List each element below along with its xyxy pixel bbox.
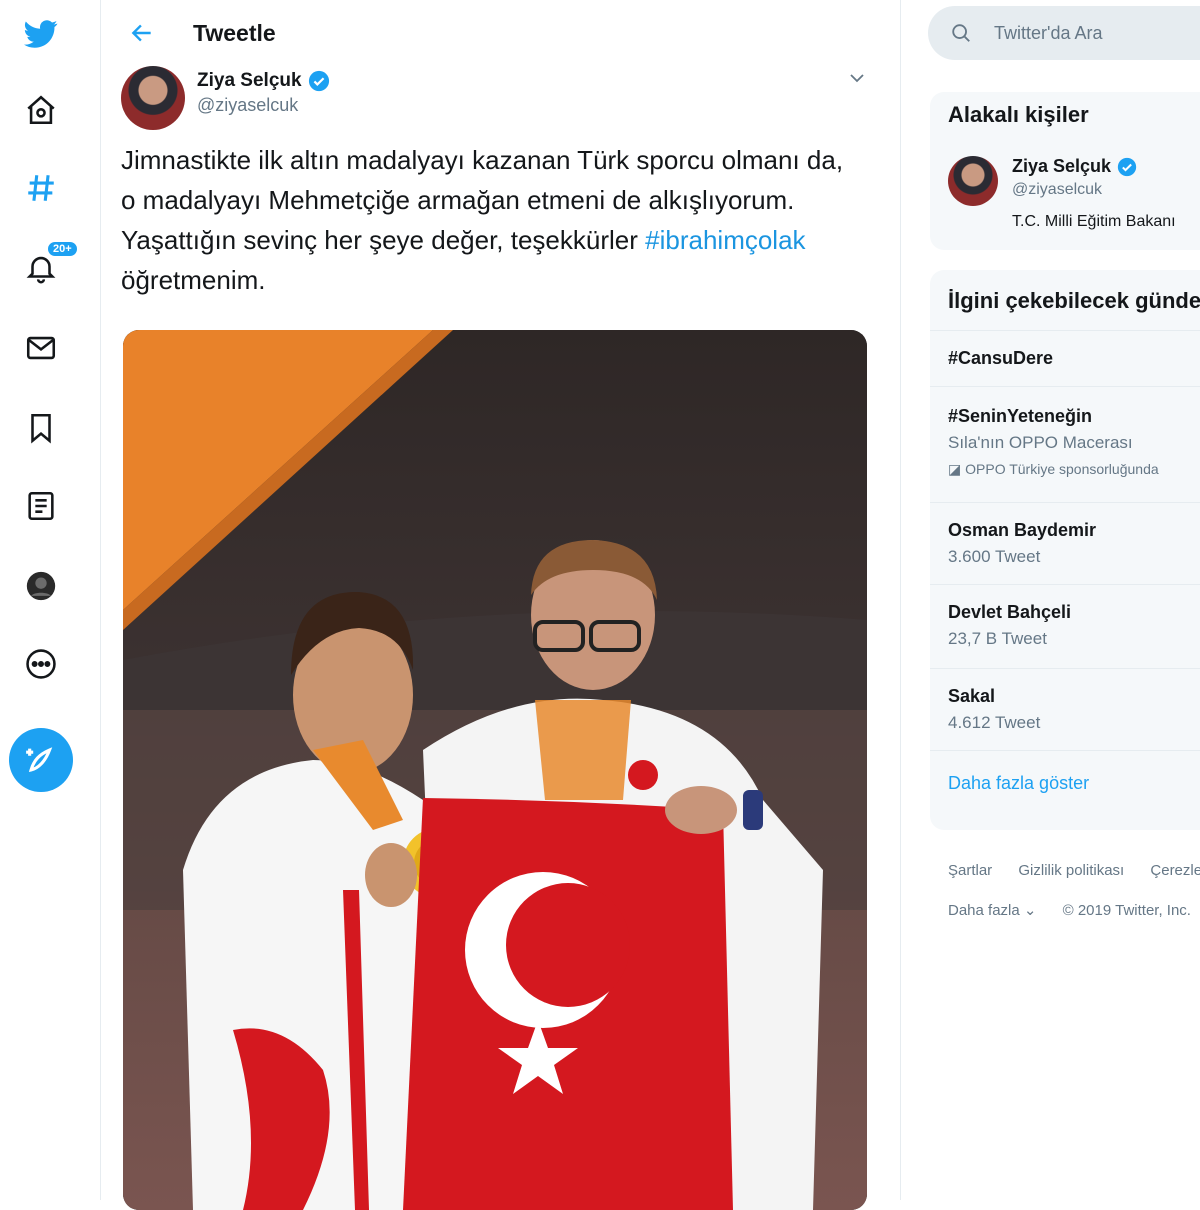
- page-title: Tweetle: [193, 20, 276, 46]
- trend-item[interactable]: Sakal 4.612 Tweet: [948, 686, 1200, 733]
- footer-copyright: © 2019 Twitter, Inc.: [1062, 902, 1191, 919]
- more-options-icon[interactable]: [19, 642, 63, 686]
- explore-hashtag-icon[interactable]: [19, 166, 63, 210]
- trend-item[interactable]: #CansuDere: [948, 348, 1200, 369]
- tweet-text: Jimnastikte ilk altın madalyayı kazanan …: [121, 140, 861, 300]
- trend-subtitle: Sıla'nın OPPO Macerası: [948, 433, 1133, 452]
- promoted-text: OPPO Türkiye sponsorluğunda: [965, 461, 1159, 477]
- footer-more-link[interactable]: Daha fazla ⌄: [948, 902, 1036, 919]
- page-header: Tweetle: [101, 0, 901, 66]
- search-icon: [952, 24, 970, 42]
- related-people-title: Alakalı kişiler: [948, 102, 1089, 127]
- related-person-name: Ziya Selçuk: [1012, 156, 1112, 176]
- hashtag-link[interactable]: #ibrahimçolak: [645, 225, 805, 255]
- author-name-row[interactable]: Ziya Selçuk: [197, 70, 330, 92]
- trend-name: Devlet Bahçeli: [948, 602, 1072, 622]
- trend-item[interactable]: Osman Baydemir 3.600 Tweet: [948, 520, 1200, 567]
- author-handle[interactable]: @ziyaselcuk: [197, 95, 298, 116]
- divider: [930, 502, 1200, 503]
- trend-name: Sakal: [948, 686, 996, 706]
- divider: [930, 668, 1200, 669]
- photo-athlete-coach-flag: [123, 330, 867, 1210]
- related-person-avatar[interactable]: [948, 156, 998, 206]
- trend-tweet-count: 23,7 B Tweet: [948, 629, 1047, 648]
- trend-tweet-count: 3.600 Tweet: [948, 547, 1041, 566]
- tweet-photo[interactable]: [123, 330, 867, 1210]
- feather-plus-icon: [26, 747, 53, 772]
- footer-link-privacy[interactable]: Gizlilik politikası: [1018, 862, 1124, 879]
- trend-name: Osman Baydemir: [948, 520, 1097, 540]
- left-navigation: 20+: [0, 0, 100, 1200]
- footer-meta: Daha fazla ⌄ © 2019 Twitter, Inc.: [948, 901, 1200, 919]
- footer-link-cookies[interactable]: Çerezler: [1150, 862, 1200, 879]
- divider: [930, 386, 1200, 387]
- search-placeholder: Twitter'da Ara: [994, 23, 1103, 43]
- divider: [930, 584, 1200, 585]
- author-name: Ziya Selçuk: [197, 70, 302, 91]
- footer-link-terms[interactable]: Şartlar: [948, 862, 992, 879]
- show-more-link[interactable]: Daha fazla göster: [948, 773, 1089, 794]
- search-bar[interactable]: Twitter'da Ara: [928, 6, 1200, 60]
- notifications-bell-icon[interactable]: 20+: [19, 240, 79, 290]
- related-person-handle: @ziyaselcuk: [1012, 181, 1103, 198]
- profile-avatar-icon[interactable]: [19, 564, 63, 608]
- trend-item[interactable]: Devlet Bahçeli 23,7 B Tweet: [948, 602, 1200, 649]
- right-sidebar: Twitter'da Ara Alakalı kişiler Ziya Selç…: [928, 0, 1200, 1200]
- promoted-icon: ◪: [948, 461, 966, 477]
- notifications-badge: 20+: [46, 240, 79, 258]
- chevron-down-icon[interactable]: [845, 68, 869, 88]
- tweet-detail-column: Tweetle Ziya Selçuk @ziyaselcuk Jimnasti…: [101, 0, 901, 1210]
- trend-item[interactable]: #SeninYeteneğin Sıla'nın OPPO Macerası ◪…: [948, 406, 1200, 478]
- divider: [930, 330, 1200, 331]
- trend-name: #CansuDere: [948, 348, 1054, 368]
- related-person-bio: T.C. Milli Eğitim Bakanı: [1012, 213, 1176, 230]
- verified-badge-icon: [1117, 157, 1137, 177]
- home-icon[interactable]: [19, 88, 63, 132]
- promoted-label: ◪ OPPO Türkiye sponsorluğunda: [948, 461, 1200, 478]
- author-avatar[interactable]: [121, 66, 185, 130]
- twitter-logo-icon[interactable]: [19, 12, 63, 56]
- verified-badge-icon: [308, 70, 330, 92]
- trend-tweet-count: 4.612 Tweet: [948, 713, 1041, 732]
- tweet-text-end: öğretmenim.: [121, 265, 266, 295]
- footer-links: Şartlar Gizlilik politikası Çerezler: [948, 862, 1200, 879]
- messages-envelope-icon[interactable]: [19, 326, 63, 370]
- bookmarks-icon[interactable]: [19, 406, 63, 450]
- arrow-left-icon: [131, 24, 151, 42]
- related-person-name-row[interactable]: Ziya Selçuk: [1012, 156, 1137, 177]
- divider: [930, 750, 1200, 751]
- trends-title: İlgini çekebilecek gündemler: [948, 288, 1200, 313]
- lists-icon[interactable]: [19, 484, 63, 528]
- trend-name: #SeninYeteneğin: [948, 406, 1093, 426]
- compose-tweet-button[interactable]: [9, 728, 73, 792]
- back-button[interactable]: [125, 16, 159, 50]
